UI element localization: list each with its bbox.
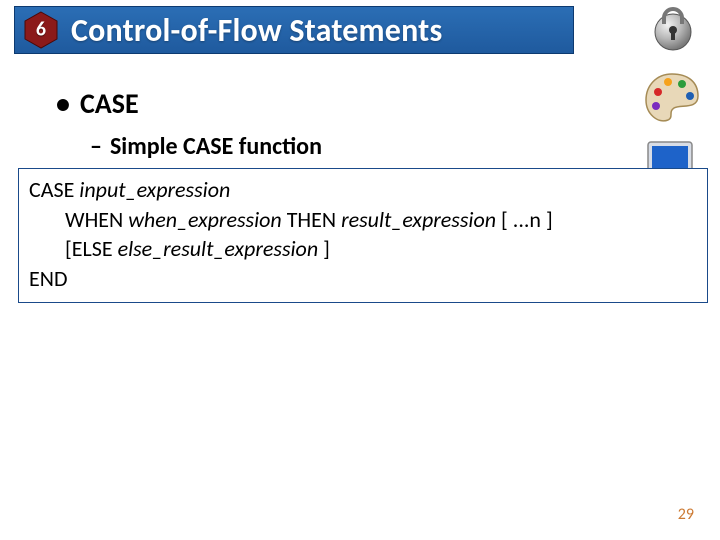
code-line-2: WHEN when_expression THEN result_express… [29, 205, 697, 235]
palette-icon [642, 68, 702, 128]
bullet-dot: • [56, 86, 70, 121]
slide-title-bar: 6 Control-of-Flow Statements [14, 6, 574, 54]
lock-icon [648, 4, 698, 54]
bullet-dash: – [90, 132, 102, 161]
bullet-sub-text: Simple CASE function [110, 132, 322, 161]
code-line-4: END [29, 264, 697, 294]
bullet-level-1: • CASE [56, 86, 139, 121]
syntax-box: CASE input_expression WHEN when_expressi… [18, 168, 708, 303]
code-line-1: CASE input_expression [29, 175, 697, 205]
chapter-badge: 6 [21, 10, 61, 50]
page-number: 29 [678, 505, 694, 524]
chapter-number: 6 [36, 18, 46, 42]
bullet-level-2: –Simple CASE function [90, 132, 322, 161]
bullet-main-text: CASE [80, 86, 139, 121]
code-line-3: [ELSE else_result_expression ] [29, 234, 697, 264]
slide-title: Control-of-Flow Statements [71, 11, 442, 50]
